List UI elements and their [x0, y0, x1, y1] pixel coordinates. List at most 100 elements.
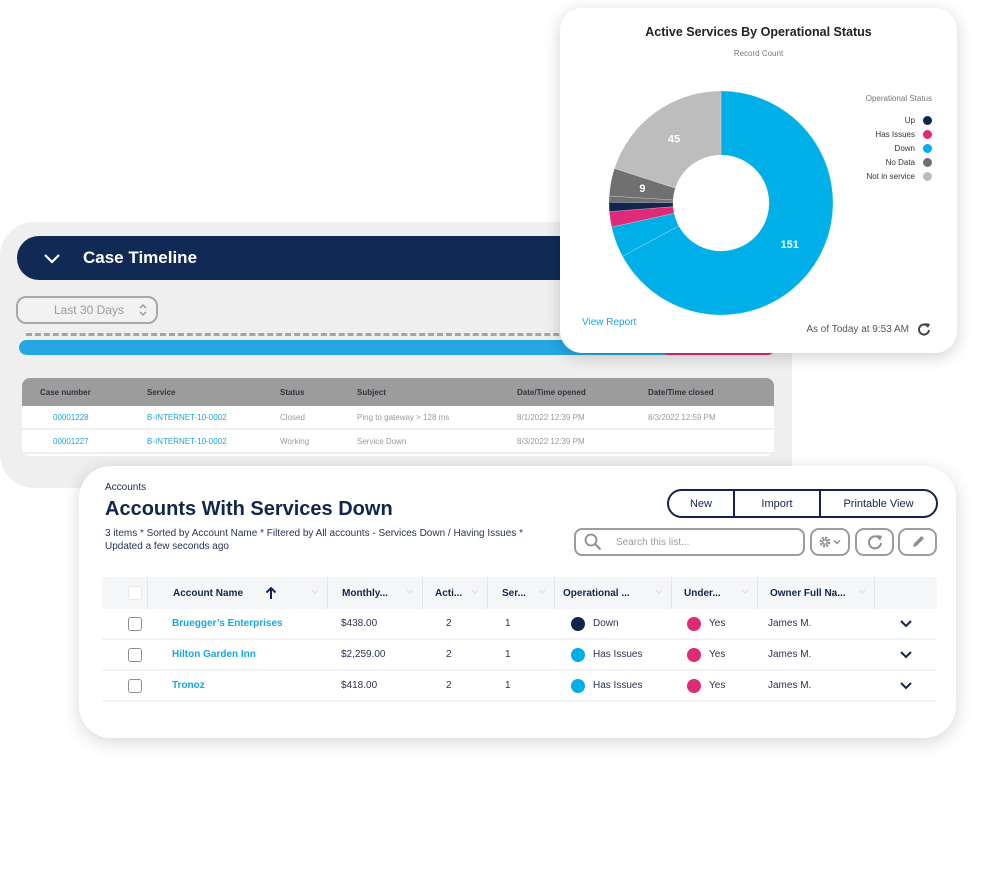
chevron-down-icon[interactable] [899, 681, 913, 691]
gear-icon [819, 536, 841, 548]
under-value: Yes [709, 680, 726, 691]
row-actions-cell [874, 671, 937, 700]
accounts-table: Account Name Monthly... Acti... Ser... O… [102, 577, 937, 702]
date-range-select[interactable]: Last 30 Days [16, 296, 158, 324]
case-number-link[interactable]: 00001228 [22, 413, 147, 422]
column-menu-icon[interactable] [858, 589, 866, 595]
col-header-under[interactable]: Under... [671, 577, 757, 609]
list-view-title: Accounts With Services Down [105, 498, 393, 520]
account-name-link[interactable]: Tronoz [147, 671, 327, 700]
legend-item[interactable]: No Data [866, 155, 932, 169]
operational-status-cell: Down [554, 609, 671, 638]
col-header-opened[interactable]: Date/Time opened [517, 388, 648, 397]
col-header-service[interactable]: Service [147, 388, 280, 397]
legend-swatch [923, 171, 932, 181]
refresh-button[interactable] [855, 528, 894, 556]
services-count: 1 [505, 680, 511, 691]
service-link[interactable]: B-INTERNET-10-0002 [147, 437, 280, 446]
col-header-owner[interactable]: Owner Full Na... [757, 577, 874, 609]
owner-name: James M. [768, 680, 812, 691]
row-checkbox[interactable] [127, 647, 142, 662]
table-row: Bruegger’s Enterprises $438.00 2 1 Down Yes Ja… [102, 609, 937, 640]
row-checkbox[interactable] [127, 678, 142, 693]
col-header-case-number[interactable]: Case number [22, 388, 147, 397]
search-input[interactable]: Search this list... [574, 528, 805, 556]
column-menu-icon[interactable] [311, 589, 319, 595]
table-row: 00001227 B-INTERNET-10-0002 Working Serv… [22, 430, 774, 454]
table-row: Hilton Garden Inn $2,259.00 2 1 Has Issues Ye… [102, 640, 937, 671]
status-dot-icon [571, 647, 585, 662]
chart-title: Active Services By Operational Status [645, 25, 872, 39]
col-header-monthly[interactable]: Monthly... [327, 577, 422, 609]
printable-view-button[interactable]: Printable View [819, 491, 936, 516]
refresh-icon [867, 535, 882, 550]
legend-item[interactable]: Has Issues [866, 127, 932, 141]
legend-item[interactable]: Not in service [866, 169, 932, 183]
service-link[interactable]: B-INTERNET-10-0002 [147, 413, 280, 422]
row-checkbox[interactable] [127, 616, 142, 631]
account-name-link[interactable]: Hilton Garden Inn [147, 640, 327, 669]
col-header-status[interactable]: Status [280, 388, 357, 397]
col-header-label: Account Name [173, 587, 244, 599]
case-opened: 8/1/2022 12:39 PM [517, 412, 585, 422]
case-timeline-header[interactable]: Case Timeline [17, 236, 617, 280]
list-view-meta: 3 items * Sorted by Account Name * Filte… [105, 528, 523, 552]
new-button[interactable]: New [669, 491, 733, 516]
case-timeline-title: Case Timeline [83, 248, 198, 267]
column-menu-icon[interactable] [471, 589, 479, 595]
case-table-header: Case number Service Status Subject Date/… [22, 378, 774, 406]
legend-label: No Data [885, 157, 915, 167]
case-closed: 8/3/2022 12:59 PM [648, 412, 716, 422]
account-name-link[interactable]: Bruegger’s Enterprises [147, 609, 327, 638]
services-count: 1 [505, 649, 511, 660]
column-menu-icon[interactable] [538, 589, 546, 595]
date-range-value: Last 30 Days [53, 303, 124, 317]
col-header-services[interactable]: Ser... [487, 577, 554, 609]
legend-swatch [923, 129, 932, 139]
pencil-icon [912, 536, 924, 547]
column-menu-icon[interactable] [406, 589, 414, 595]
case-number-link[interactable]: 00001227 [22, 437, 147, 446]
legend-item[interactable]: Up [866, 113, 932, 127]
col-header-label: Ser... [502, 587, 526, 599]
table-row: Tronoz $418.00 2 1 Has Issues Yes James M. [102, 671, 937, 702]
select-all-checkbox[interactable] [127, 586, 142, 600]
col-header-label: Under... [684, 587, 721, 599]
import-button[interactable]: Import [733, 491, 819, 516]
chevron-down-icon[interactable] [899, 650, 913, 660]
status-dot-icon [687, 616, 701, 631]
refresh-icon[interactable] [917, 322, 931, 336]
monthly-value: $2,259.00 [341, 649, 386, 660]
view-report-link[interactable]: View Report [582, 317, 636, 328]
chart-subtitle: Record Count [733, 49, 784, 58]
sort-ascending-icon[interactable] [265, 586, 277, 600]
edit-button[interactable] [898, 528, 937, 556]
timeline-dashed-axis [26, 333, 586, 336]
legend-swatch [923, 143, 932, 153]
col-header-operational-status[interactable]: Operational ... [554, 577, 671, 609]
breadcrumb[interactable]: Accounts [105, 482, 146, 493]
col-header-closed[interactable]: Date/Time closed [648, 388, 768, 397]
updown-chevron-icon [139, 303, 147, 317]
column-menu-icon[interactable] [655, 589, 663, 595]
as-of-timestamp: As of Today at 9:53 AM [806, 322, 931, 336]
chevron-down-icon[interactable] [899, 619, 913, 629]
col-header-account-name[interactable]: Account Name [147, 577, 327, 609]
donut-data-label: 9 [639, 183, 645, 195]
col-header-subject[interactable]: Subject [357, 388, 517, 397]
legend-swatch [923, 115, 932, 125]
col-header-label: Owner Full Na... [770, 587, 846, 599]
case-opened: 8/3/2022 12:39 PM [517, 436, 585, 446]
col-header-active[interactable]: Acti... [422, 577, 487, 609]
chevron-down-icon[interactable] [43, 249, 61, 267]
case-status: Closed [280, 412, 305, 422]
column-menu-icon[interactable] [741, 589, 749, 595]
legend-label: Not in service [866, 171, 915, 181]
search-icon [584, 533, 602, 551]
status-dot-icon [571, 678, 585, 693]
operational-status-cell: Has Issues [554, 671, 671, 700]
list-settings-button[interactable] [810, 528, 850, 556]
operational-status: Has Issues [593, 649, 643, 660]
under-cell: Yes [671, 671, 757, 700]
legend-item[interactable]: Down [866, 141, 932, 155]
